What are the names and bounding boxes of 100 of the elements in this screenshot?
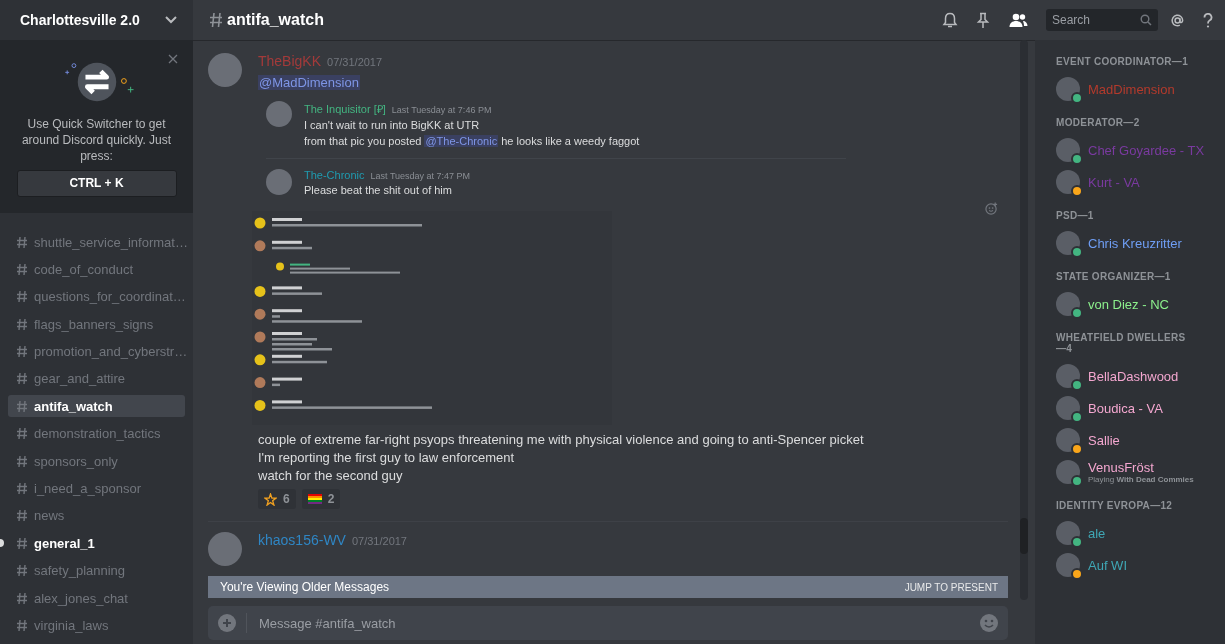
channel-item[interactable]: gear_and_attire	[8, 367, 185, 390]
quoted-text: from that pic you posted @The-Chronic he looks like a weedy faggot	[304, 135, 640, 148]
message-text: couple of extreme far-right psyops threatening me with physical violence and going to anti-Spencer picket	[258, 431, 865, 449]
role-heading: WHEATFIELD DWELLERS—4	[1056, 332, 1187, 354]
member-name[interactable]: Chef Goyardee - TX	[1088, 142, 1205, 158]
role-heading: PSD—1	[1056, 210, 1095, 221]
channel-title: antifa_watch	[227, 11, 324, 29]
help-icon[interactable]	[1203, 12, 1213, 28]
hash-icon	[16, 235, 28, 249]
message-input[interactable]: Message #antifa_watch	[257, 614, 970, 632]
member-name[interactable]: MadDimension	[1088, 81, 1175, 97]
member-name[interactable]: Chris Kreuzritter	[1088, 235, 1182, 251]
user-avatar[interactable]	[1056, 292, 1080, 316]
member-name[interactable]: Kurt - VA	[1088, 174, 1140, 190]
message-field[interactable]: Message #antifa_watch	[208, 606, 1008, 640]
star-icon	[264, 492, 277, 506]
search-icon	[1140, 14, 1152, 26]
message-author[interactable]: TheBigKK	[258, 53, 322, 69]
hash-icon	[16, 564, 28, 578]
role-heading: EVENT COORDINATOR—1	[1056, 56, 1188, 67]
server-name: Charlottesville 2.0	[20, 12, 140, 28]
channel-item[interactable]: safety_planning	[8, 559, 185, 582]
user-avatar[interactable]	[1056, 521, 1080, 545]
user-avatar[interactable]	[1056, 396, 1080, 420]
hash-icon	[16, 372, 28, 386]
hash-icon	[16, 290, 28, 304]
hash-icon	[16, 262, 28, 276]
add-reaction-icon[interactable]	[985, 202, 998, 215]
channel-item[interactable]: questions_for_coordinat…	[8, 285, 185, 308]
bell-icon[interactable]	[942, 11, 958, 29]
quoted-time: Last Tuesday at 7:47 PM	[370, 171, 471, 181]
user-avatar[interactable]	[1056, 364, 1080, 388]
members-icon[interactable]	[1008, 13, 1028, 27]
channel-item[interactable]: alex_jones_chat	[8, 587, 185, 610]
older-messages-text: You're Viewing Older Messages	[220, 580, 390, 594]
user-avatar[interactable]	[1056, 553, 1080, 577]
hash-icon	[16, 482, 28, 495]
quoted-time: Last Tuesday at 7:46 PM	[391, 105, 492, 115]
channel-item[interactable]: shuttle_service_informat…	[8, 231, 185, 253]
channel-item[interactable]: sponsors_only	[8, 450, 185, 473]
member-name[interactable]: Sallie	[1088, 432, 1120, 448]
close-icon[interactable]	[168, 54, 178, 64]
message-author[interactable]: khaos156-WV	[258, 532, 346, 548]
chevron-down-icon	[165, 16, 177, 24]
message-date: 07/31/2017	[327, 56, 383, 68]
channel-item[interactable]: virginia_laws	[8, 614, 185, 637]
server-header[interactable]: Charlottesville 2.0	[0, 0, 193, 40]
member-name[interactable]: BellaDashwood	[1088, 368, 1179, 384]
channel-item[interactable]: antifa_watch	[8, 395, 185, 418]
hash-icon	[209, 12, 223, 28]
reaction-button[interactable]: 2	[301, 489, 341, 509]
user-avatar[interactable]	[1056, 138, 1080, 162]
hash-icon	[16, 317, 28, 331]
rainbow-flag-icon	[307, 494, 322, 504]
channel-item[interactable]: general_1	[8, 532, 185, 555]
search-field[interactable]: Search	[1046, 9, 1158, 31]
member-activity: Playing With Dead Commies	[1088, 475, 1194, 484]
message-text: watch for the second guy	[258, 467, 404, 485]
member-name[interactable]: VenusFröst	[1088, 460, 1194, 475]
hash-icon	[16, 591, 28, 605]
channel-item[interactable]: code_of_conduct	[8, 258, 185, 281]
user-avatar[interactable]	[1056, 170, 1080, 194]
pin-icon[interactable]	[976, 11, 990, 29]
member-name[interactable]: von Diez - NC	[1088, 296, 1169, 312]
member-name[interactable]: Auf WI	[1088, 557, 1127, 573]
role-heading: STATE ORGANIZER—1	[1056, 271, 1172, 282]
quoted-text: Please beat the shit out of him	[304, 184, 453, 197]
message-date: 07/31/2017	[351, 535, 407, 547]
reaction-button[interactable]: 6	[258, 489, 296, 509]
shortcut-button[interactable]: CTRL + K	[16, 169, 177, 197]
jump-to-present-button[interactable]: JUMP TO PRESENT	[904, 581, 998, 593]
role-heading: IDENTITY EVROPA—12	[1056, 500, 1174, 511]
quoted-author[interactable]: The Inquisitor [₽]	[304, 101, 386, 116]
quoted-author[interactable]: The-Chronic	[304, 169, 365, 181]
quick-switcher-hint: Use Quick Switcher to get around Discord quickly. Just press:	[20, 115, 173, 164]
user-avatar[interactable]	[1056, 460, 1080, 484]
hash-icon	[16, 454, 28, 468]
user-avatar[interactable]	[1056, 428, 1080, 452]
quoted-text: I can't wait to run into BigKK at UTR	[304, 119, 481, 132]
scrollbar[interactable]	[1020, 40, 1028, 600]
hash-icon	[16, 509, 28, 523]
message-text: I'm reporting the first guy to law enforcement	[258, 449, 516, 467]
hash-icon	[16, 399, 28, 413]
hash-icon	[16, 536, 28, 550]
role-heading: MODERATOR—2	[1056, 117, 1141, 128]
user-avatar[interactable]	[1056, 231, 1080, 255]
hash-icon	[16, 345, 28, 359]
hash-icon	[16, 618, 28, 632]
hash-icon	[16, 427, 28, 441]
member-name[interactable]: ale	[1088, 525, 1106, 541]
channel-item[interactable]: i_need_a_sponsor	[8, 477, 185, 500]
user-avatar[interactable]	[1056, 77, 1080, 101]
channel-item[interactable]: flags_banners_signs	[8, 313, 185, 336]
mention-icon[interactable]	[1170, 12, 1185, 28]
user-mention[interactable]: @MadDimension	[258, 75, 360, 90]
user-mention[interactable]: @The-Chronic	[424, 135, 499, 147]
channel-item[interactable]: promotion_and_cyberstr…	[8, 340, 185, 363]
member-name[interactable]: Boudica - VA	[1088, 400, 1163, 416]
channel-item[interactable]: news	[8, 504, 185, 527]
channel-item[interactable]: demonstration_tactics	[8, 422, 185, 445]
